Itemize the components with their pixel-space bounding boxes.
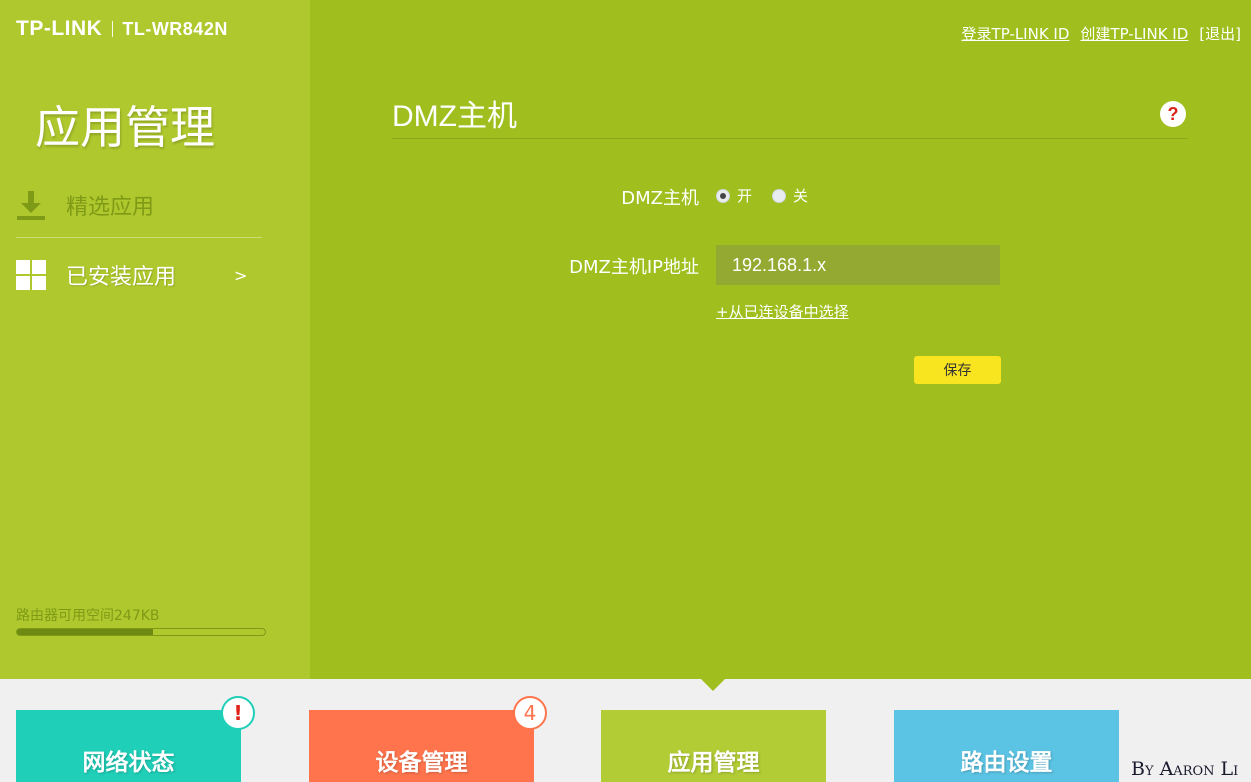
- sidebar-title: 应用管理: [35, 101, 216, 154]
- storage-progress-fill: [17, 629, 154, 635]
- dmz-host-label: DMZ主机: [621, 188, 699, 209]
- sidebar-item-label: 精选应用: [66, 194, 155, 220]
- nav-tile-router-settings[interactable]: 路由设置: [894, 710, 1119, 782]
- dmz-off-option[interactable]: 关: [772, 185, 808, 206]
- tp-link-logo: TP-LINK: [16, 17, 103, 40]
- alert-badge: !: [221, 696, 255, 730]
- create-tplink-id-link[interactable]: 创建TP-LINK ID: [1080, 23, 1188, 44]
- page-title: DMZ主机: [392, 100, 517, 133]
- chevron-right-icon: >: [234, 265, 248, 285]
- storage-progress-bar: [16, 628, 266, 636]
- dmz-ip-input[interactable]: [716, 245, 1000, 285]
- grid-icon: [16, 260, 46, 290]
- dmz-toggle-group: 开 关: [716, 185, 828, 206]
- dmz-on-radio[interactable]: [716, 188, 730, 203]
- sidebar-item-installed-apps[interactable]: 已安装应用 >: [16, 242, 262, 308]
- brand: TP-LINK TL-WR842N: [16, 17, 228, 41]
- watermark: By Aaron Li: [1131, 758, 1239, 780]
- router-model: TL-WR842N: [122, 18, 228, 39]
- dmz-on-option[interactable]: 开: [716, 185, 752, 206]
- help-icon[interactable]: ?: [1160, 101, 1186, 127]
- title-divider: [392, 138, 1188, 139]
- active-tab-pointer: [701, 679, 725, 691]
- dmz-off-label: 关: [793, 187, 809, 205]
- sidebar-item-label: 已安装应用: [66, 265, 177, 290]
- brand-separator: [112, 21, 114, 37]
- nav-tile-app-management[interactable]: 应用管理: [601, 710, 826, 782]
- save-button[interactable]: 保存: [914, 356, 1001, 384]
- top-links: 登录TP-LINK ID 创建TP-LINK ID [退出]: [962, 23, 1241, 44]
- select-from-connected-devices-link[interactable]: +从已连设备中选择: [716, 301, 849, 322]
- download-icon: [16, 189, 46, 221]
- nav-tile-network-status[interactable]: 网络状态: [16, 710, 241, 782]
- login-tplink-id-link[interactable]: 登录TP-LINK ID: [962, 23, 1070, 44]
- sidebar: TP-LINK TL-WR842N 应用管理 精选应用 已安装应用 > 路由器可…: [0, 0, 310, 679]
- dmz-off-radio[interactable]: [772, 188, 787, 203]
- dmz-on-label: 开: [737, 187, 753, 205]
- device-count-badge: 4: [513, 696, 547, 730]
- storage-label: 路由器可用空间247KB: [16, 608, 160, 624]
- logout-link[interactable]: [退出]: [1199, 23, 1241, 44]
- sidebar-item-featured-apps[interactable]: 精选应用: [16, 172, 262, 238]
- nav-tile-device-management[interactable]: 设备管理: [309, 710, 534, 782]
- dmz-ip-label: DMZ主机IP地址: [569, 257, 699, 278]
